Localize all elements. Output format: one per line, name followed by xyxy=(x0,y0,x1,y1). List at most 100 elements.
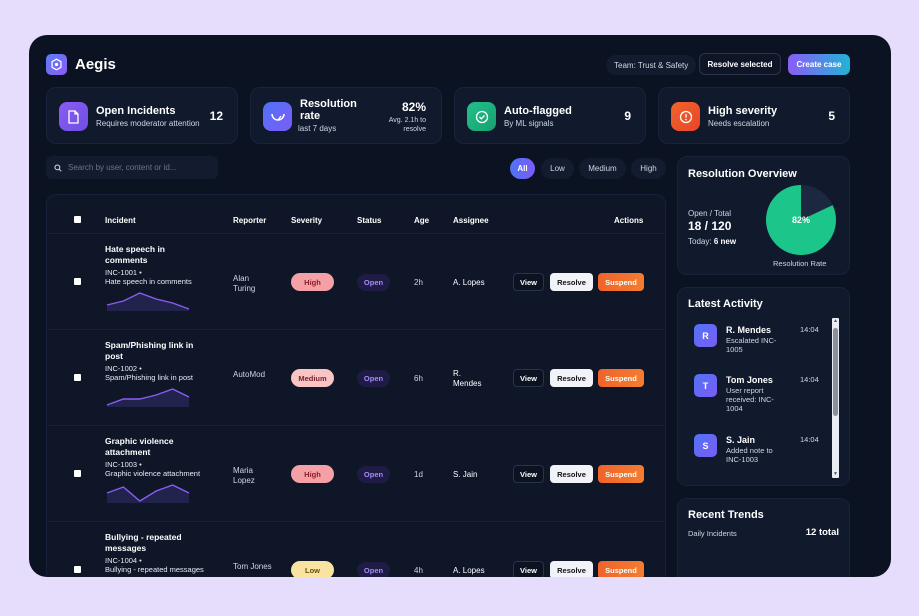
column-header-assignee[interactable]: Assignee xyxy=(453,216,489,225)
select-all-checkbox[interactable] xyxy=(74,216,81,223)
view-button[interactable]: View xyxy=(513,561,544,577)
suspend-button[interactable]: Suspend xyxy=(598,273,644,291)
scrollbar-thumb[interactable] xyxy=(833,328,838,416)
avatar: S xyxy=(694,434,717,457)
search-box[interactable] xyxy=(46,156,218,179)
activity-user: R. Mendes xyxy=(726,325,772,335)
scroll-up-icon[interactable]: ▲ xyxy=(832,318,839,325)
panel-title: Latest Activity xyxy=(688,298,763,310)
resolve-button[interactable]: Resolve xyxy=(550,561,593,577)
activity-item[interactable]: S S. Jain 14:04 Added note to INC-1003 xyxy=(694,434,834,479)
suspend-button[interactable]: Suspend xyxy=(598,369,644,387)
view-button[interactable]: View xyxy=(513,369,544,387)
reporter: Alan Turing xyxy=(233,274,256,293)
incident-sparkline xyxy=(105,575,191,577)
incident-id: INC-1003 • xyxy=(105,460,142,469)
stat-auto-flagged[interactable]: Auto-flagged By ML signals 9 xyxy=(454,87,646,144)
stat-open-incidents[interactable]: Open Incidents Requires moderator attent… xyxy=(46,87,238,144)
table-row[interactable]: Hate speech in comments INC-1001 • Hate … xyxy=(47,233,665,329)
team-selector[interactable]: Team: Trust & Safety xyxy=(606,55,697,75)
stat-resolution-rate[interactable]: Resolution rate last 7 days 82% Avg. 2.1… xyxy=(250,87,442,144)
activity-scrollbar[interactable]: ▲ ▼ xyxy=(832,318,839,478)
stat-title: Open Incidents xyxy=(96,105,176,117)
severity-badge: Medium xyxy=(291,369,334,387)
column-header-incident[interactable]: Incident xyxy=(105,216,136,225)
reporter: Tom Jones xyxy=(233,562,272,571)
column-header-severity[interactable]: Severity xyxy=(291,216,322,225)
stat-subtitle: last 7 days xyxy=(298,124,337,133)
incident-sparkline xyxy=(106,388,190,407)
column-header-reporter[interactable]: Reporter xyxy=(233,216,266,225)
resolve-button[interactable]: Resolve xyxy=(550,369,593,387)
incidents-table: Incident Reporter Severity Status Age As… xyxy=(46,194,666,577)
stat-subtitle: Needs escalation xyxy=(708,119,770,128)
alert-icon xyxy=(671,102,700,131)
incident-sparkline xyxy=(106,292,190,311)
app-name: Aegis xyxy=(75,56,116,73)
resolution-pie-chart: 82% xyxy=(766,185,836,255)
incident-title[interactable]: Graphic violence attachment xyxy=(105,436,195,458)
status-badge: Open xyxy=(357,562,390,577)
scroll-down-icon[interactable]: ▼ xyxy=(832,471,839,478)
brand[interactable]: Aegis xyxy=(46,54,116,75)
activity-text: Added note to INC-1003 xyxy=(726,446,773,464)
recent-trends-panel: Recent Trends Daily Incidents 12 total xyxy=(677,498,850,577)
app-window: Aegis Team: Trust & Safety Resolve selec… xyxy=(29,35,891,577)
incident-id: INC-1002 • xyxy=(105,364,142,373)
check-circle-icon xyxy=(467,102,496,131)
activity-time: 14:04 xyxy=(800,375,819,384)
filter-all[interactable]: All xyxy=(510,158,535,179)
row-checkbox[interactable] xyxy=(74,566,81,573)
view-button[interactable]: View xyxy=(513,273,544,291)
incident-title[interactable]: Hate speech in comments xyxy=(105,244,195,266)
table-row[interactable]: Spam/Phishing link in post INC-1002 • Sp… xyxy=(47,329,665,425)
assignee: A. Lopes xyxy=(453,566,485,575)
status-badge: Open xyxy=(357,274,390,291)
column-header-status[interactable]: Status xyxy=(357,216,381,225)
today-value: 6 new xyxy=(713,237,737,246)
severity-badge: High xyxy=(291,465,334,483)
stat-title: Auto-flagged xyxy=(504,105,572,117)
incident-description: Hate speech in comments xyxy=(105,277,192,286)
row-checkbox[interactable] xyxy=(74,278,81,285)
incident-age: 2h xyxy=(414,278,423,287)
create-case-button[interactable]: Create case xyxy=(788,54,850,75)
pie-caption: Resolution Rate xyxy=(773,259,827,268)
suspend-button[interactable]: Suspend xyxy=(598,465,644,483)
filter-high[interactable]: High xyxy=(631,158,666,179)
incident-age: 6h xyxy=(414,374,423,383)
activity-time: 14:04 xyxy=(800,325,819,334)
incident-title[interactable]: Bullying - repeated messages xyxy=(105,532,195,554)
resolve-button[interactable]: Resolve xyxy=(550,273,593,291)
incident-age: 1d xyxy=(414,470,423,479)
filter-medium[interactable]: Medium xyxy=(579,158,626,179)
activity-item[interactable]: T Tom Jones 14:04 User report received: … xyxy=(694,374,834,419)
resolve-button[interactable]: Resolve xyxy=(550,465,593,483)
panel-title: Resolution Overview xyxy=(688,168,797,180)
stat-high-severity[interactable]: High severity Needs escalation 5 xyxy=(658,87,850,144)
incident-description: Spam/Phishing link in post xyxy=(105,373,193,382)
assignee: A. Lopes xyxy=(453,278,485,287)
activity-item[interactable]: R R. Mendes 14:04 Escalated INC-1005 xyxy=(694,324,834,369)
view-button[interactable]: View xyxy=(513,465,544,483)
pie-percent-label: 82% xyxy=(792,215,810,225)
incident-title[interactable]: Spam/Phishing link in post xyxy=(105,340,195,362)
resolve-selected-button[interactable]: Resolve selected xyxy=(699,53,781,75)
search-input[interactable] xyxy=(68,163,208,172)
assignee: S. Jain xyxy=(453,470,478,479)
assignee: R. Mendes xyxy=(453,369,482,388)
filter-low[interactable]: Low xyxy=(541,158,574,179)
suspend-button[interactable]: Suspend xyxy=(598,561,644,577)
incident-id: INC-1001 • xyxy=(105,268,142,277)
column-header-age[interactable]: Age xyxy=(414,216,429,225)
incident-age: 4h xyxy=(414,566,423,575)
table-row[interactable]: Bullying - repeated messages INC-1004 • … xyxy=(47,521,665,577)
row-checkbox[interactable] xyxy=(74,470,81,477)
shield-logo-icon xyxy=(46,54,67,75)
stat-value: 82% xyxy=(401,100,426,114)
open-total-value: 18 / 120 xyxy=(688,219,732,233)
stat-subtitle: By ML signals xyxy=(504,119,554,128)
row-checkbox[interactable] xyxy=(74,374,81,381)
reporter: AutoMod xyxy=(233,370,266,379)
table-row[interactable]: Graphic violence attachment INC-1003 • G… xyxy=(47,425,665,521)
